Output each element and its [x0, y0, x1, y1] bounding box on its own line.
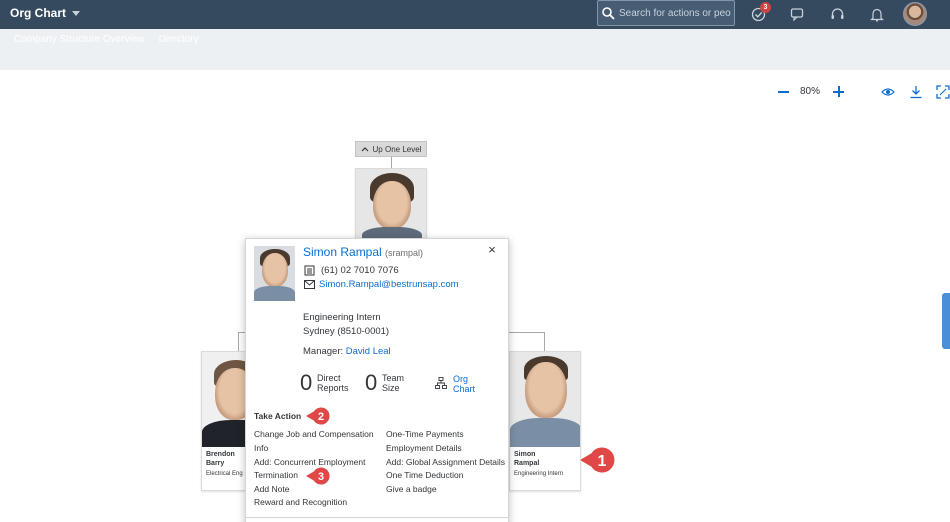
search-input[interactable] [619, 7, 731, 19]
shell-header: Org Chart 3 [0, 0, 950, 29]
chat-icon[interactable] [789, 6, 805, 22]
org-chart-link[interactable]: Org Chart [453, 374, 475, 394]
callout-marker: 3 [304, 466, 331, 486]
zoom-in-icon[interactable] [833, 86, 844, 97]
zoom-out-icon[interactable] [778, 91, 789, 93]
bell-icon[interactable] [869, 6, 885, 22]
app-title-menu[interactable]: Org Chart [10, 6, 81, 20]
employee-photo [510, 352, 580, 447]
support-icon[interactable] [829, 6, 845, 22]
divider [246, 517, 508, 518]
close-icon[interactable]: × [486, 243, 498, 256]
quickcard-photo [254, 246, 295, 301]
phone-icon [304, 265, 315, 276]
manager-link[interactable]: David Leal [346, 346, 391, 357]
zoom-level: 80% [800, 86, 821, 97]
up-one-level-button[interactable]: Up One Level [355, 141, 427, 157]
tab-company-structure[interactable]: Company Structure Overview [14, 34, 145, 45]
employee-name: Brendon Barry [206, 451, 235, 467]
side-panel-handle[interactable] [942, 293, 950, 349]
notification-badge: 3 [760, 2, 771, 13]
action-employment-details[interactable]: Employment Details [386, 443, 462, 453]
mail-icon [304, 280, 315, 289]
employee-title: Electrical Eng [206, 471, 243, 477]
chevron-up-icon [361, 147, 368, 152]
svg-text:1: 1 [598, 453, 607, 470]
svg-text:3: 3 [318, 471, 324, 483]
employee-name: Simon Rampal [514, 451, 540, 467]
action-add-note[interactable]: Add Note [254, 484, 289, 494]
org-chart-icon[interactable] [435, 377, 447, 389]
quickcard-name[interactable]: Simon Rampal [303, 245, 382, 259]
fullscreen-icon[interactable] [936, 85, 950, 99]
quickcard-phone: (61) 02 7010 7076 [304, 265, 399, 276]
svg-text:2: 2 [318, 411, 324, 423]
manager-card[interactable] [355, 168, 427, 240]
eye-icon[interactable] [881, 85, 895, 99]
action-reward[interactable]: Reward and Recognition [254, 497, 347, 507]
manager-photo [356, 169, 426, 239]
employee-quickcard: Simon Rampal (srampal) × (61) 02 7010 70… [245, 238, 509, 522]
employee-card-simon[interactable]: Simon Rampal Engineering Intern [509, 351, 581, 491]
callout-marker: 2 [304, 406, 331, 426]
up-one-level-label: Up One Level [372, 144, 422, 154]
action-info[interactable]: Info [254, 443, 268, 453]
action-one-time-payments[interactable]: One-Time Payments [386, 429, 464, 439]
subnav-tabs: Company Structure Overview Directory [14, 34, 199, 45]
connector-line [238, 332, 239, 351]
callout-marker: 1 [578, 446, 616, 474]
job-title: Engineering Intern [303, 312, 381, 323]
chevron-down-icon [72, 10, 81, 16]
search-icon[interactable] [602, 6, 615, 20]
download-icon[interactable] [909, 85, 923, 99]
tab-directory[interactable]: Directory [159, 34, 199, 45]
location: Sydney (8510-0001) [303, 326, 390, 337]
search-box[interactable] [597, 0, 735, 26]
app-title: Org Chart [10, 6, 67, 20]
action-give-badge[interactable]: Give a badge [386, 484, 437, 494]
action-termination[interactable]: Termination [254, 470, 298, 480]
quickcard-email[interactable]: Simon.Rampal@bestrunsap.com [304, 279, 459, 290]
manager-row: Manager: David Leal [303, 346, 391, 357]
sub-header: Company Structure Overview Directory [0, 29, 950, 70]
take-action-heading: Take Action [254, 411, 302, 421]
action-global-assignment[interactable]: Add: Global Assignment Details [386, 457, 505, 467]
connector-line [544, 332, 545, 351]
avatar[interactable] [903, 2, 927, 26]
quickcard-username: (srampal) [385, 248, 424, 258]
action-one-time-deduction[interactable]: One Time Deduction [386, 470, 463, 480]
employee-title: Engineering Intern [514, 471, 564, 477]
